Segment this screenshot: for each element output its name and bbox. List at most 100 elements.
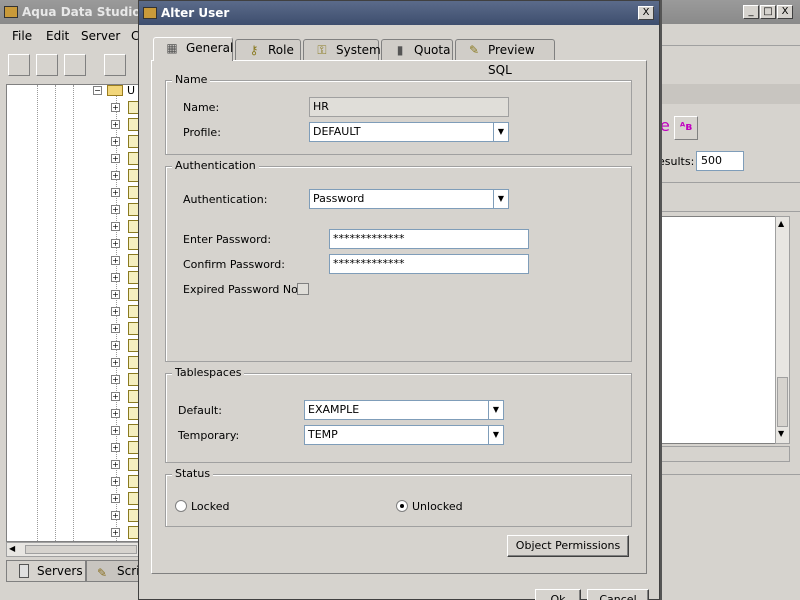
- tree-expand-icon[interactable]: +: [111, 358, 120, 367]
- authentication-label: Authentication:: [183, 193, 268, 206]
- tree-expand-icon[interactable]: +: [111, 222, 120, 231]
- tree-expand-icon[interactable]: +: [111, 494, 120, 503]
- tree-expand-icon[interactable]: +: [111, 392, 120, 401]
- tree-expand-icon[interactable]: +: [111, 511, 120, 520]
- key-icon: ⚿: [317, 43, 327, 57]
- tree-expand-icon[interactable]: +: [111, 137, 120, 146]
- menu-file[interactable]: File: [12, 29, 32, 43]
- results-vertical-scrollbar[interactable]: ▲ ▼: [775, 216, 790, 444]
- tree-expand-icon[interactable]: +: [111, 460, 120, 469]
- dialog-close-button[interactable]: X: [638, 6, 654, 20]
- tree-expand-icon[interactable]: +: [111, 324, 120, 333]
- profile-value: DEFAULT: [313, 125, 361, 138]
- maximize-button[interactable]: □: [760, 5, 776, 19]
- general-tab-panel: Name Name: HR Profile: DEFAULT ▼ Authent…: [151, 60, 647, 574]
- tree-expand-icon[interactable]: +: [111, 154, 120, 163]
- menu-server[interactable]: Server: [81, 29, 120, 43]
- server-tree[interactable]: − U + + + + + + + + + + + + + + + + + + + + + + + + + +: [6, 84, 140, 542]
- confirm-password-label: Confirm Password:: [183, 258, 285, 271]
- tree-expand-icon[interactable]: +: [111, 239, 120, 248]
- tree-root-label[interactable]: U: [127, 85, 135, 97]
- app-logo-icon: [4, 6, 18, 18]
- chevron-down-icon[interactable]: ▼: [493, 123, 508, 141]
- locked-radio[interactable]: [175, 500, 187, 512]
- max-results-input[interactable]: 500: [696, 151, 744, 171]
- vertical-scroll-thumb[interactable]: [777, 377, 788, 427]
- tree-expand-icon[interactable]: +: [111, 256, 120, 265]
- name-field[interactable]: HR: [309, 97, 509, 117]
- tab-general[interactable]: ▦ General: [153, 37, 233, 61]
- profile-select[interactable]: DEFAULT ▼: [309, 122, 509, 142]
- tree-expand-icon[interactable]: +: [111, 375, 120, 384]
- status-group: Status Locked Unlocked: [165, 467, 632, 527]
- tree-expand-icon[interactable]: +: [111, 307, 120, 316]
- tablespaces-group: Tablespaces Default: EXAMPLE ▼ Temporary…: [165, 366, 632, 463]
- dialog-title-bar: Alter User: [139, 1, 659, 25]
- scroll-down-icon[interactable]: ▼: [778, 429, 784, 438]
- dialog-app-icon: [143, 7, 157, 19]
- tree-expand-icon[interactable]: +: [111, 409, 120, 418]
- temporary-tablespace-value: TEMP: [308, 428, 338, 441]
- minimize-button[interactable]: _: [743, 5, 759, 19]
- toolbar-connect-icon[interactable]: [64, 54, 86, 76]
- toolbar-remove-server-icon[interactable]: [36, 54, 58, 76]
- format-icon[interactable]: e: [660, 116, 674, 140]
- tree-expand-icon[interactable]: +: [111, 290, 120, 299]
- grid-icon: ▦: [166, 41, 178, 55]
- spell-check-icon[interactable]: ᴬʙ: [674, 116, 698, 140]
- status-group-legend: Status: [172, 467, 214, 480]
- tab-preview-sql[interactable]: ✎ Preview SQL: [455, 39, 555, 77]
- role-icon: ⚷: [249, 43, 259, 57]
- enter-password-field[interactable]: *************: [329, 229, 529, 249]
- tree-expand-icon[interactable]: +: [111, 171, 120, 180]
- tree-expand-icon[interactable]: +: [111, 120, 120, 129]
- tab-scripts[interactable]: ✎ Scrip: [86, 560, 140, 582]
- tab-system[interactable]: ⚿ System: [303, 39, 381, 60]
- chevron-down-icon[interactable]: ▼: [488, 401, 503, 419]
- tab-quota[interactable]: ▮ Quota: [381, 39, 453, 60]
- object-permissions-button[interactable]: Object Permissions: [507, 535, 629, 557]
- tree-expand-icon[interactable]: +: [111, 426, 120, 435]
- menu-edit[interactable]: Edit: [46, 29, 69, 43]
- confirm-password-field[interactable]: *************: [329, 254, 529, 274]
- tree-expand-icon[interactable]: +: [111, 103, 120, 112]
- toolbar-new-server-icon[interactable]: [8, 54, 30, 76]
- tab-role[interactable]: ⚷ Role: [235, 39, 301, 60]
- tree-expand-icon[interactable]: +: [111, 528, 120, 537]
- horizontal-scroll-thumb[interactable]: [25, 545, 137, 554]
- preview-sql-icon: ✎: [468, 43, 480, 57]
- temporary-tablespace-label: Temporary:: [178, 429, 240, 442]
- scroll-up-icon[interactable]: ▲: [778, 219, 784, 228]
- tree-expand-icon[interactable]: +: [111, 188, 120, 197]
- tab-servers[interactable]: Servers: [6, 560, 86, 582]
- tree-expand-icon[interactable]: +: [111, 341, 120, 350]
- chevron-down-icon[interactable]: ▼: [488, 426, 503, 444]
- tab-role-label: Role: [268, 43, 294, 57]
- alter-user-dialog: Alter User X ▦ General ⚷ Role ⚿ System ▮…: [138, 0, 660, 600]
- unlocked-radio[interactable]: [396, 500, 408, 512]
- temporary-tablespace-select[interactable]: TEMP ▼: [304, 425, 504, 445]
- authentication-value: Password: [313, 192, 365, 205]
- ok-button[interactable]: Ok: [535, 589, 581, 600]
- unlocked-label[interactable]: Unlocked: [412, 500, 463, 513]
- tree-expand-icon[interactable]: +: [111, 205, 120, 214]
- tree-expand-icon[interactable]: +: [111, 443, 120, 452]
- close-app-button[interactable]: X: [777, 5, 793, 19]
- scroll-left-icon[interactable]: ◀: [9, 544, 15, 553]
- default-tablespace-select[interactable]: EXAMPLE ▼: [304, 400, 504, 420]
- folder-open-icon: [107, 85, 123, 96]
- default-tablespace-value: EXAMPLE: [308, 403, 360, 416]
- authentication-group-legend: Authentication: [172, 159, 259, 172]
- cancel-button[interactable]: Cancel: [587, 589, 649, 600]
- tree-horizontal-scrollbar[interactable]: ◀: [6, 542, 140, 557]
- expired-password-checkbox[interactable]: [297, 283, 309, 295]
- servers-icon: [19, 564, 29, 578]
- chevron-down-icon[interactable]: ▼: [493, 190, 508, 208]
- authentication-select[interactable]: Password ▼: [309, 189, 509, 209]
- tree-expand-icon[interactable]: +: [111, 477, 120, 486]
- query-results-area[interactable]: [658, 216, 776, 444]
- toolbar-properties-icon[interactable]: [104, 54, 126, 76]
- tree-expand-icon[interactable]: +: [111, 273, 120, 282]
- tree-collapse-icon[interactable]: −: [93, 86, 102, 95]
- locked-label[interactable]: Locked: [191, 500, 229, 513]
